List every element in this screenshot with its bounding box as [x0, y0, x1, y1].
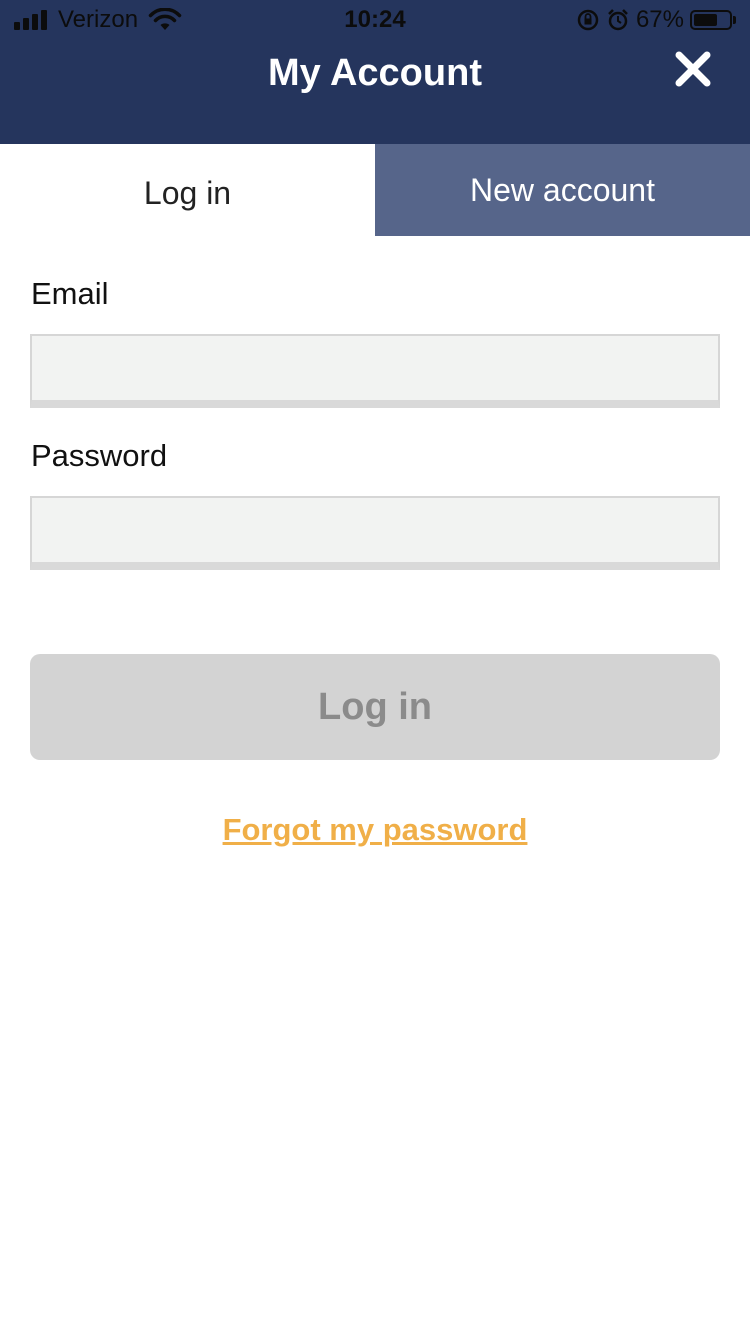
page-title: My Account	[268, 52, 482, 94]
forgot-password-link[interactable]: Forgot my password	[0, 812, 750, 848]
email-field[interactable]	[30, 334, 720, 408]
tab-log-in[interactable]: Log in	[0, 144, 375, 236]
rotation-lock-icon	[577, 9, 599, 31]
log-in-button[interactable]: Log in	[30, 654, 720, 760]
battery-tip	[733, 16, 736, 24]
password-field[interactable]	[30, 496, 720, 570]
status-bar: Verizon 10:24 67%	[0, 0, 750, 40]
battery-fill	[694, 14, 717, 26]
status-bar-right: 67%	[576, 6, 736, 34]
close-icon[interactable]	[670, 46, 716, 92]
battery-icon	[690, 10, 732, 30]
app-header: Verizon 10:24 67% My Account	[0, 0, 750, 144]
tab-new-account[interactable]: New account	[375, 144, 750, 236]
password-label: Password	[31, 438, 168, 473]
alarm-icon	[608, 9, 628, 31]
battery-percent: 67%	[635, 6, 684, 33]
email-label: Email	[31, 276, 109, 311]
tab-bar: Log in New account	[0, 144, 750, 236]
